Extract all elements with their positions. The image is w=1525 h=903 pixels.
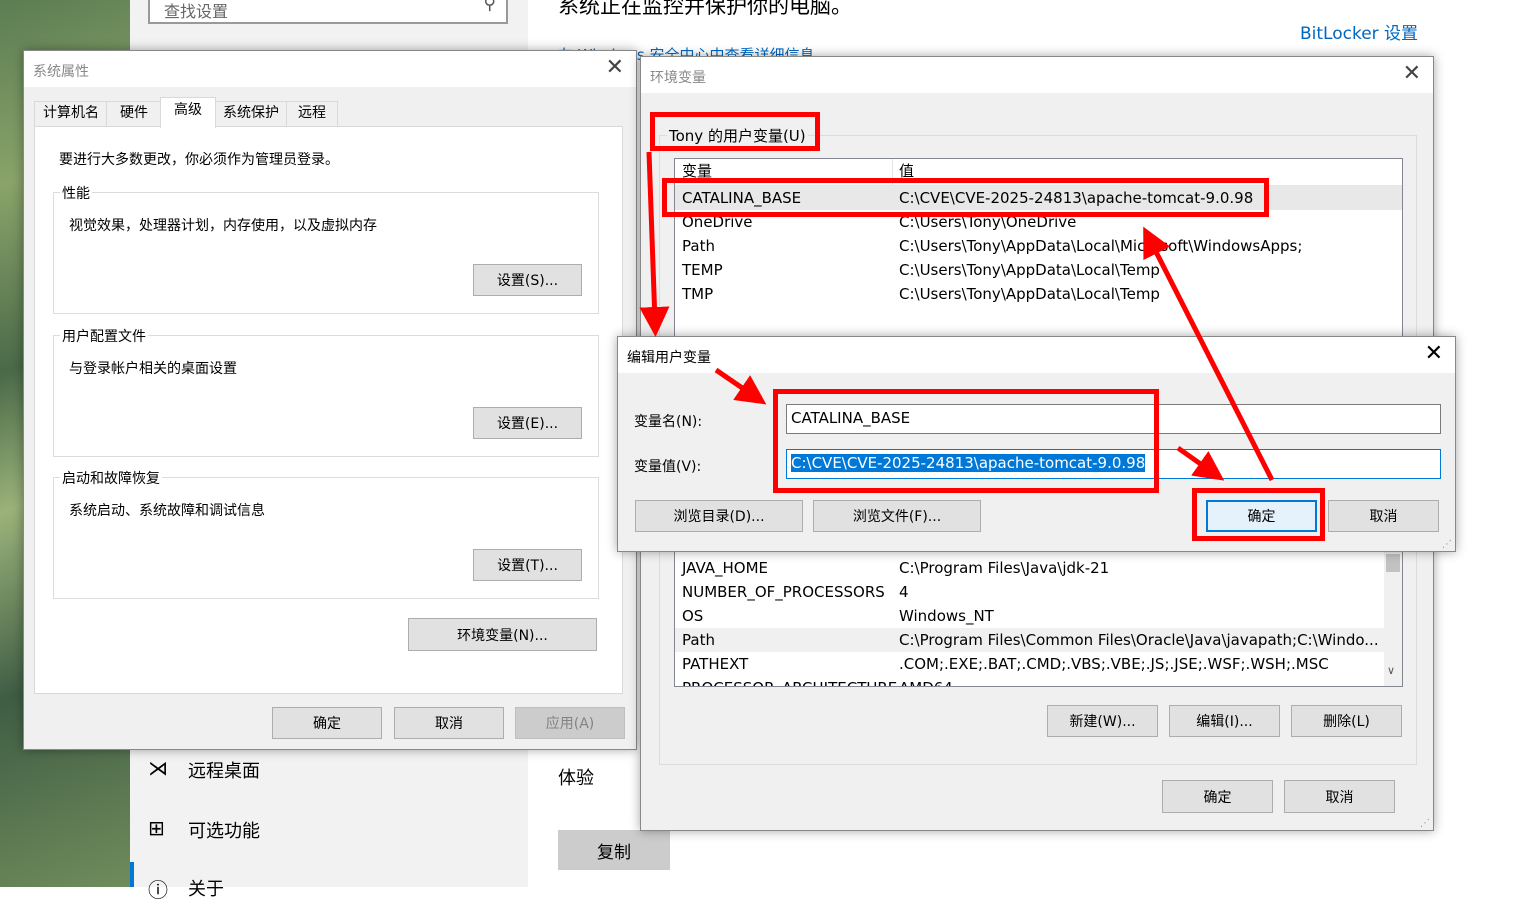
tab-label: 高级 <box>174 102 202 118</box>
arrow-to-ok-button <box>1176 445 1225 481</box>
arrow-to-name-field <box>714 367 767 405</box>
arrow-down <box>639 151 670 337</box>
arrow-to-catalina-row <box>1143 226 1275 482</box>
tab-advanced[interactable]: 高级 <box>160 97 216 128</box>
annotation-arrows <box>639 151 1275 482</box>
